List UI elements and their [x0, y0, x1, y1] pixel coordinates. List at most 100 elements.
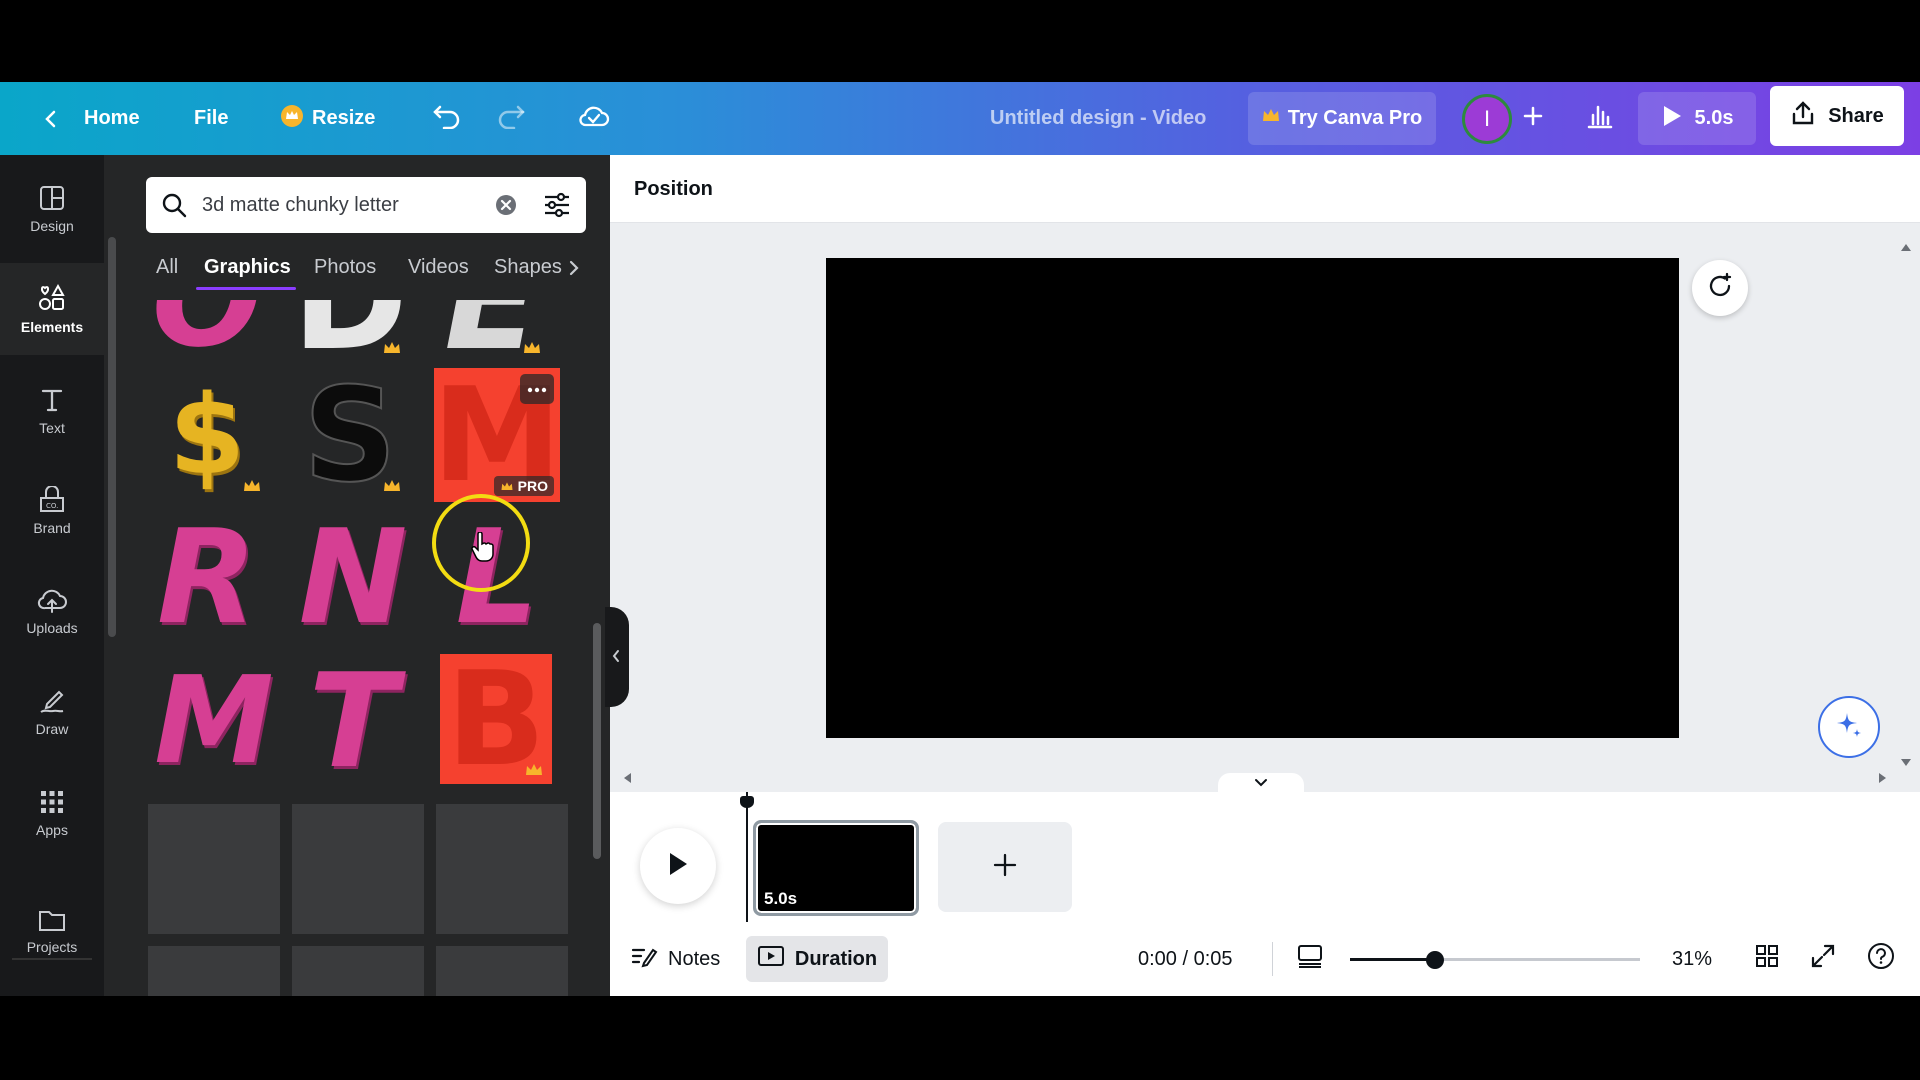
avatar[interactable]: I — [1462, 94, 1512, 144]
playhead-handle[interactable] — [740, 796, 754, 808]
sidebar-item-design[interactable]: Design — [0, 163, 104, 255]
tabs-next-chevron-icon[interactable] — [566, 257, 582, 284]
timeline-clip[interactable]: 5.0s — [753, 820, 919, 916]
add-page-button[interactable] — [938, 822, 1072, 912]
tab-all[interactable]: All — [156, 243, 178, 291]
resize-button[interactable]: Resize — [280, 82, 375, 155]
graphic-tile[interactable]: $ — [144, 370, 270, 500]
sidebar-item-text[interactable]: Text — [0, 365, 104, 457]
page-view-button[interactable] — [1296, 922, 1324, 996]
cloud-upload-icon — [36, 586, 68, 614]
invite-button[interactable] — [1522, 82, 1544, 155]
position-button[interactable]: Position — [634, 155, 713, 223]
graphic-tile[interactable]: E — [434, 300, 550, 360]
footer-divider — [1272, 942, 1273, 976]
active-tab-indicator — [196, 287, 296, 290]
share-label: Share — [1828, 104, 1884, 127]
loading-placeholder-tile — [148, 946, 280, 996]
magic-assistant-button[interactable] — [1818, 696, 1880, 758]
sidebar-label-uploads: Uploads — [26, 620, 78, 636]
sidebar-item-brand[interactable]: CO. Brand — [0, 465, 104, 557]
insights-button[interactable] — [1586, 82, 1614, 155]
scroll-down-arrow-icon[interactable] — [1900, 755, 1912, 773]
zoom-level-button[interactable]: 31% — [1672, 922, 1712, 996]
sidebar-label-text: Text — [39, 420, 65, 436]
help-question-icon — [1866, 941, 1896, 977]
playhead[interactable] — [746, 792, 748, 922]
timeline-play-button[interactable] — [640, 828, 716, 904]
file-menu-button[interactable]: File — [194, 82, 228, 155]
sidebar-label-brand: Brand — [33, 520, 71, 536]
graphic-tile[interactable]: T — [290, 656, 416, 786]
tab-photos[interactable]: Photos — [314, 243, 376, 291]
file-label: File — [194, 107, 229, 129]
graphic-tile[interactable]: O — [144, 300, 270, 360]
graphic-tile[interactable]: B — [440, 654, 552, 784]
crown-icon — [280, 104, 304, 134]
grid-view-icon — [1754, 943, 1780, 975]
tab-graphics[interactable]: Graphics — [204, 243, 291, 291]
zoom-slider-handle[interactable] — [1426, 951, 1444, 969]
design-canvas[interactable] — [826, 258, 1679, 738]
search-input[interactable] — [202, 177, 492, 233]
home-button[interactable]: Home — [40, 82, 140, 155]
sidebar-label-apps: Apps — [36, 822, 68, 838]
shapes-icon — [37, 283, 67, 313]
more-dots-icon — [527, 380, 547, 398]
graphic-tile[interactable]: N — [290, 512, 416, 642]
design-title[interactable]: Untitled design - Video — [990, 82, 1206, 155]
footer-bar: Notes Duration 0:00 / 0:05 31% — [610, 922, 1920, 996]
resize-label: Resize — [312, 107, 376, 129]
search-box[interactable] — [146, 177, 586, 233]
scroll-up-arrow-icon[interactable] — [1900, 239, 1912, 257]
redo-button[interactable] — [496, 82, 526, 155]
filter-settings-icon[interactable] — [542, 191, 572, 224]
graphic-tile[interactable]: S — [290, 370, 410, 500]
try-canva-pro-button[interactable]: Try Canva Pro — [1248, 92, 1436, 145]
sidebar-item-apps[interactable]: Apps — [0, 767, 104, 859]
graphic-tile[interactable]: D — [290, 300, 410, 360]
share-button[interactable]: Share — [1770, 86, 1904, 146]
pro-crown-icon — [501, 481, 513, 490]
sidebar-item-draw[interactable]: Draw — [0, 665, 104, 757]
add-comment-button[interactable] — [1692, 260, 1748, 316]
play-icon — [666, 851, 690, 882]
tab-videos[interactable]: Videos — [408, 243, 469, 291]
sidebar-scrollbar[interactable] — [108, 237, 116, 637]
plus-icon — [1522, 105, 1544, 133]
loading-placeholder-tile — [292, 804, 424, 934]
panel-scrollbar[interactable] — [593, 623, 601, 859]
time-readout: 0:00 / 0:05 — [1138, 947, 1233, 970]
sidebar-item-projects[interactable]: Projects — [0, 885, 104, 977]
sparkle-icon — [1833, 709, 1865, 746]
present-button[interactable]: 5.0s — [1638, 92, 1756, 145]
crown-icon — [1262, 107, 1280, 130]
play-icon — [1661, 104, 1683, 134]
sidebar-item-uploads[interactable]: Uploads — [0, 565, 104, 657]
collapse-panel-handle[interactable] — [605, 607, 629, 707]
tab-shapes[interactable]: Shapes — [494, 243, 562, 291]
home-label: Home — [84, 107, 140, 129]
loading-placeholder-tile — [292, 946, 424, 996]
elements-panel: All Graphics Photos Videos Shapes O D E — [104, 155, 610, 996]
undo-button[interactable] — [432, 82, 462, 155]
duration-play-icon — [757, 945, 785, 973]
refresh-plus-icon — [1705, 271, 1735, 306]
more-options-button[interactable] — [520, 374, 554, 404]
grid-view-button[interactable] — [1754, 922, 1780, 996]
try-pro-label: Try Canva Pro — [1287, 107, 1423, 129]
graphic-tile[interactable]: M — [144, 656, 284, 786]
letter-t-pink: T — [308, 656, 398, 786]
help-button[interactable] — [1866, 922, 1896, 996]
save-status-button[interactable] — [578, 82, 610, 155]
scroll-right-arrow-icon[interactable] — [1878, 771, 1888, 789]
graphic-tile-hovered[interactable]: M PRO — [434, 368, 560, 502]
duration-button[interactable]: Duration — [746, 936, 888, 982]
fullscreen-button[interactable] — [1810, 922, 1836, 996]
clear-search-icon[interactable] — [494, 193, 518, 222]
clip-duration: 5.0s — [764, 889, 798, 908]
notes-button[interactable]: Notes — [630, 922, 720, 996]
scroll-left-arrow-icon[interactable] — [622, 771, 632, 789]
sidebar-item-elements[interactable]: Elements — [0, 263, 104, 355]
graphic-tile[interactable]: R — [144, 512, 270, 642]
